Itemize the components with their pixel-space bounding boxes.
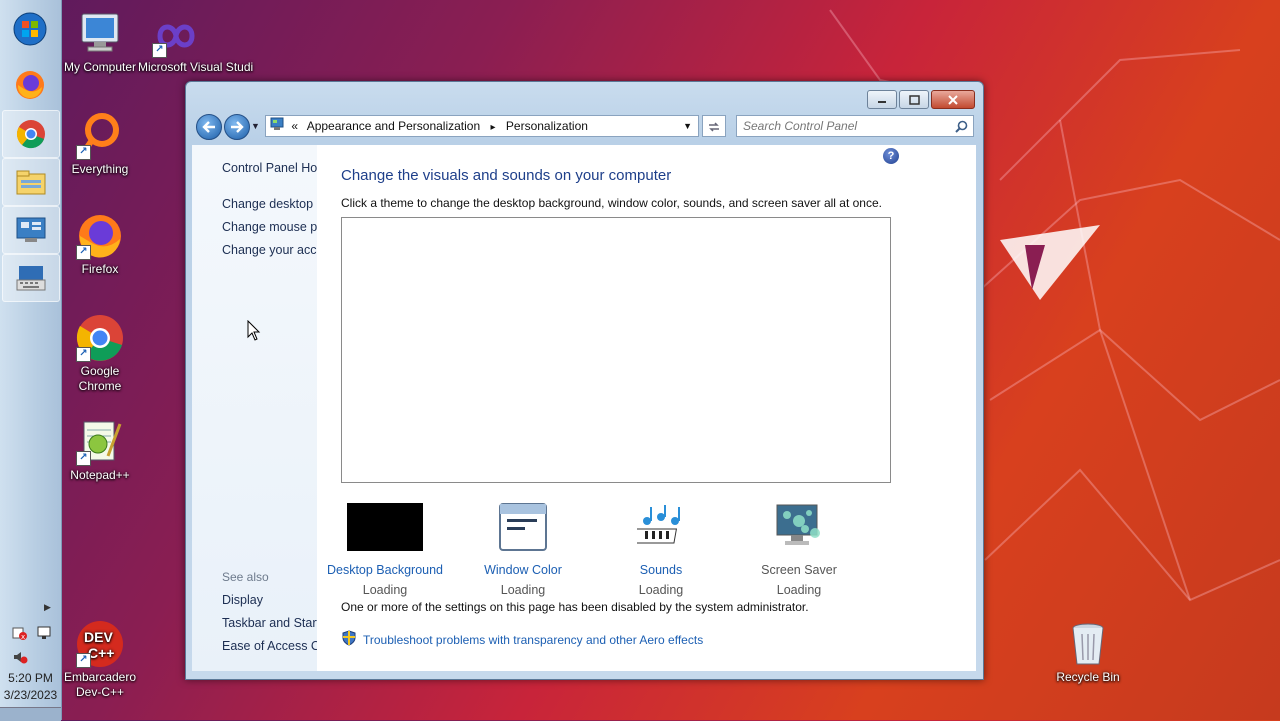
screen-saver-setting[interactable]: Screen Saver Loading <box>737 503 861 597</box>
window-color-link[interactable]: Window Color <box>461 563 585 577</box>
control-panel-icon[interactable] <box>2 206 60 254</box>
clock-date[interactable]: 3/23/2023 <box>0 688 61 702</box>
change-mouse-pointers-link[interactable]: Change mouse po <box>222 220 317 234</box>
computer-icon <box>76 10 124 58</box>
address-dropdown-icon[interactable]: ▼ <box>683 116 692 136</box>
desktop-icon-chrome[interactable]: ↗ Google Chrome <box>62 314 138 394</box>
chrome-icon: ↗ <box>76 314 124 362</box>
refresh-button[interactable] <box>702 115 726 137</box>
ease-of-access-link[interactable]: Ease of Access Cer <box>222 639 317 653</box>
desktop-background-status: Loading <box>362 583 408 597</box>
mouse-cursor-icon <box>247 319 261 347</box>
sounds-setting[interactable]: Sounds Loading <box>599 503 723 597</box>
keyboard-icon[interactable] <box>2 254 60 302</box>
desktop-background-setting[interactable]: Desktop Background Loading <box>323 503 447 597</box>
desktop-icon-label: Embarcadero Dev-C++ <box>63 670 137 699</box>
desktop-icon-recycle-bin[interactable]: Recycle Bin <box>1050 620 1126 685</box>
control-panel-icon <box>270 117 284 137</box>
window-color-setting[interactable]: Window Color Loading <box>461 503 585 597</box>
chrome-icon[interactable] <box>2 110 60 158</box>
everything-icon: ↗ <box>76 112 124 160</box>
recycle-bin-icon <box>1064 620 1112 668</box>
breadcrumb-overflow[interactable]: « <box>291 119 298 133</box>
desktop-background-icon <box>347 503 423 551</box>
control-panel-home-link[interactable]: Control Panel Hor <box>222 161 317 175</box>
sounds-icon <box>633 503 685 551</box>
firefox-icon: ↗ <box>76 212 124 260</box>
desktop-icon-label: Everything <box>71 162 129 176</box>
action-center-icon[interactable] <box>36 625 52 646</box>
tray-expand-icon[interactable]: ▶ <box>44 602 51 613</box>
change-account-picture-link[interactable]: Change your acco <box>222 243 317 257</box>
show-desktop-button[interactable] <box>0 707 61 721</box>
desktop-icon-label: Microsoft Visual Studi <box>138 60 254 74</box>
back-button[interactable] <box>196 114 222 140</box>
breadcrumb-separator[interactable]: ▸ <box>491 122 496 133</box>
svg-text:x: x <box>21 633 25 641</box>
start-orb-icon[interactable] <box>2 6 58 52</box>
screen-saver-status: Loading <box>776 583 822 597</box>
window-color-icon <box>499 503 547 551</box>
taskbar: ▶ x 5:20 PM 3/23/2023 <box>0 0 62 721</box>
desktop-icon-label: Google Chrome <box>78 364 122 393</box>
troubleshoot-aero-link[interactable]: Troubleshoot problems with transparency … <box>341 630 703 649</box>
network-error-icon[interactable]: x <box>12 625 28 646</box>
display-link[interactable]: Display <box>222 593 263 607</box>
desktop-icon-my-computer[interactable]: My Computer <box>62 10 138 75</box>
window-controls <box>867 90 975 109</box>
window-color-status: Loading <box>500 583 546 597</box>
file-explorer-icon[interactable] <box>2 158 60 206</box>
desktop-icon-firefox[interactable]: ↗ Firefox <box>62 212 138 277</box>
troubleshoot-aero-label: Troubleshoot problems with transparency … <box>363 632 704 647</box>
svg-text:DEV: DEV <box>84 629 113 645</box>
search-placeholder: Search Control Panel <box>743 119 858 133</box>
desktop-icon-label: Notepad++ <box>70 468 130 482</box>
desktop-icon-label: Firefox <box>81 262 119 276</box>
help-icon[interactable]: ? <box>883 148 899 164</box>
svg-text:C++: C++ <box>88 645 114 661</box>
desktop-icon-visual-studio[interactable]: ↗ Microsoft Visual Studi <box>138 16 254 75</box>
firefox-icon[interactable] <box>2 62 58 108</box>
recent-pages-dropdown[interactable]: ▼ <box>251 121 260 131</box>
forward-button[interactable] <box>224 114 250 140</box>
desktop-background-link[interactable]: Desktop Background <box>323 563 447 577</box>
main-pane: ? Change the visuals and sounds on your … <box>317 145 976 671</box>
change-desktop-icons-link[interactable]: Change desktop ic <box>222 197 317 211</box>
maximize-button[interactable] <box>899 90 929 109</box>
screen-saver-icon <box>775 503 823 551</box>
volume-muted-icon[interactable] <box>12 649 28 670</box>
left-pane: Control Panel Hor Change desktop ic Chan… <box>192 145 317 671</box>
minimize-button[interactable] <box>867 90 897 109</box>
desktop-icon-label: Recycle Bin <box>1056 670 1120 684</box>
close-button[interactable] <box>931 90 975 109</box>
search-icon[interactable] <box>955 119 968 139</box>
see-also-heading: See also <box>222 570 269 584</box>
sounds-status: Loading <box>638 583 684 597</box>
personalization-window: ▼ « Appearance and Personalization ▸ Per… <box>185 81 984 680</box>
search-input[interactable]: Search Control Panel <box>736 115 974 137</box>
address-bar[interactable]: « Appearance and Personalization ▸ Perso… <box>265 115 699 137</box>
theme-list[interactable] <box>341 217 891 483</box>
clock-time[interactable]: 5:20 PM <box>0 671 61 685</box>
breadcrumb-personalization[interactable]: Personalization <box>506 119 588 133</box>
page-title: Change the visuals and sounds on your co… <box>341 167 672 184</box>
shield-icon <box>341 630 357 649</box>
page-subtitle: Click a theme to change the desktop back… <box>341 196 882 210</box>
desktop-icon-devcpp[interactable]: DEV C++ ↗ Embarcadero Dev-C++ <box>62 620 138 700</box>
visual-studio-icon: ↗ <box>152 16 200 58</box>
devcpp-icon: DEV C++ ↗ <box>76 620 124 668</box>
notepadpp-icon: ↗ <box>76 418 124 466</box>
screen-saver-link[interactable]: Screen Saver <box>737 563 861 577</box>
desktop-icon-notepadpp[interactable]: ↗ Notepad++ <box>62 418 138 483</box>
navigation-bar: ▼ « Appearance and Personalization ▸ Per… <box>194 113 974 140</box>
sounds-link[interactable]: Sounds <box>599 563 723 577</box>
breadcrumb-appearance[interactable]: Appearance and Personalization <box>307 119 480 133</box>
taskbar-start-menu-link[interactable]: Taskbar and Start I <box>222 616 317 630</box>
desktop-icon-label: My Computer <box>63 60 137 74</box>
admin-notice: One or more of the settings on this page… <box>341 600 809 614</box>
content-area: Control Panel Hor Change desktop ic Chan… <box>192 145 976 671</box>
desktop-icon-everything[interactable]: ↗ Everything <box>62 112 138 177</box>
